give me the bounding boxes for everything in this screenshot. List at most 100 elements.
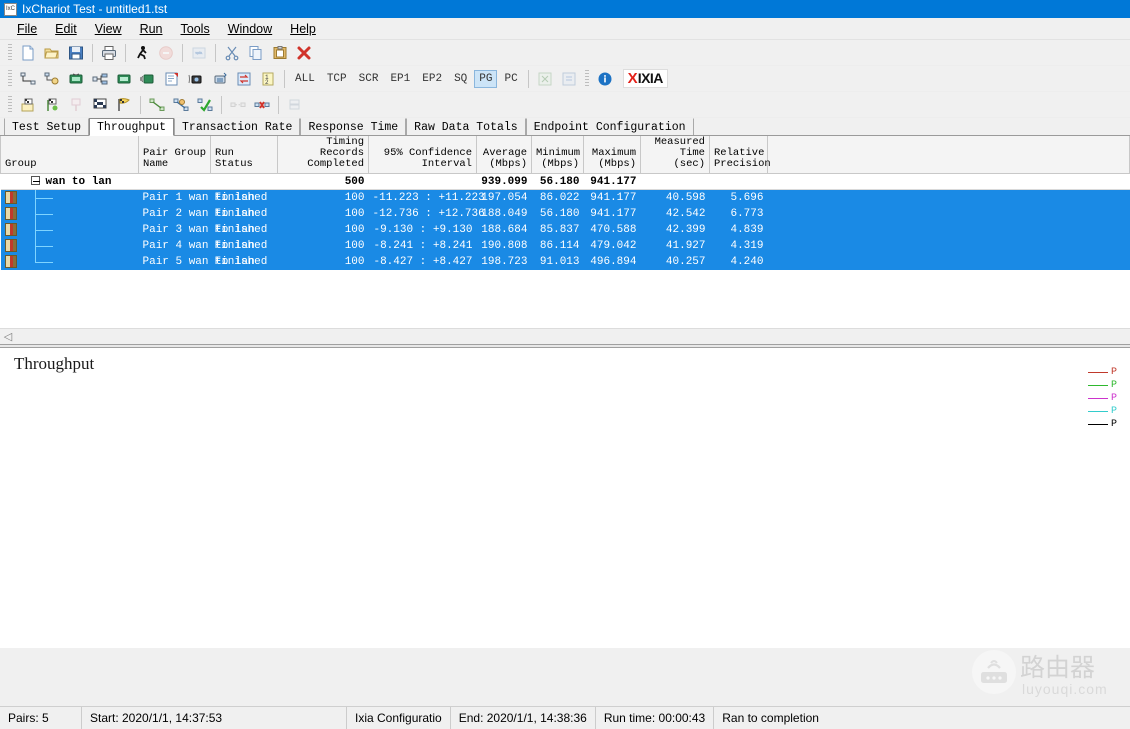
open-test-button[interactable] [41,42,63,64]
new-test-button[interactable] [17,42,39,64]
filter-pc-button[interactable]: PC [499,70,522,88]
cell-filler [767,237,1130,254]
filter-ep2-button[interactable]: EP2 [417,70,447,88]
run-test-button[interactable] [17,94,39,116]
discover-endpoints-button[interactable] [170,94,192,116]
delete-button[interactable] [293,42,315,64]
tab-raw-data-totals[interactable]: Raw Data Totals [406,118,526,135]
filter-tcp-button[interactable]: TCP [322,70,352,88]
add-voip-pair-button[interactable] [113,68,135,90]
col-confidence-interval[interactable]: 95% Confidence Interval [368,136,477,174]
tab-transaction-rate[interactable]: Transaction Rate [174,118,301,135]
legend-color-swatch [1088,385,1108,386]
swap-endpoints-button[interactable] [233,68,255,90]
menu-view[interactable]: View [86,20,131,38]
status-configuration: Ixia Configuratio [347,706,451,729]
open-folder-icon [44,48,59,58]
menu-file[interactable]: File [8,20,46,38]
group-row[interactable]: wan to lan 500 939.099 56.180 941.177 [0,173,1130,190]
grid-horizontal-scrollbar[interactable]: ◁ [0,328,1130,344]
filter-all-button[interactable]: ALL [290,70,320,88]
add-stream-button[interactable] [209,68,231,90]
col-minimum[interactable]: Minimum (Mbps) [531,136,584,174]
add-video-pair-button[interactable] [137,68,159,90]
group-row-name-cell[interactable]: wan to lan [0,173,139,190]
toolbar-grip[interactable] [8,43,12,62]
collapse-group-icon[interactable] [30,176,40,186]
menu-help[interactable]: Help [281,20,325,38]
paste-button[interactable] [269,42,291,64]
cell-minimum: 91.013 [531,253,584,270]
run-button[interactable] [131,42,153,64]
col-timing-records[interactable]: Timing Records Completed [277,136,369,174]
legend-color-swatch [1088,411,1108,412]
toolbar-grip[interactable] [8,69,12,88]
throughput-chart[interactable]: 994.70956.00856.00756.00656.00556.00456.… [0,348,1086,648]
filter-ep1-button[interactable]: EP1 [385,70,415,88]
tab-test-setup[interactable]: Test Setup [4,118,90,135]
toolbar-grip[interactable] [584,69,589,88]
col-average[interactable]: Average (Mbps) [476,136,532,174]
add-vcast-button[interactable] [185,68,207,90]
add-pair-button[interactable] [17,68,39,90]
cell-measured-time: 42.542 [640,205,710,222]
verify-endpoints-button[interactable] [194,94,216,116]
filter-scr-button[interactable]: SCR [354,70,384,88]
col-maximum[interactable]: Maximum (Mbps) [583,136,641,174]
export-excel-button[interactable] [534,68,556,90]
run-batch-button[interactable] [41,94,63,116]
group-row-minimum: 56.180 [531,173,584,190]
row-tree-cell [0,221,139,238]
cut-button[interactable] [221,42,243,64]
validate-button[interactable] [113,94,135,116]
tab-throughput[interactable]: Throughput [89,118,175,136]
menu-window[interactable]: Window [219,20,281,38]
add-multicast-pair-button[interactable] [41,68,63,90]
stop-button[interactable] [155,42,177,64]
cell-run-status: Finished [210,237,278,254]
col-measured-time[interactable]: Measured Time (sec) [640,136,710,174]
run-repeat-button[interactable] [65,94,87,116]
menu-tools[interactable]: Tools [172,20,219,38]
legend-item: P [1088,379,1130,392]
disconnect-endpoints-button[interactable] [227,94,249,116]
cell-relative-precision: 4.319 [709,237,768,254]
col-run-status[interactable]: Run Status [210,136,278,174]
refresh-button[interactable] [188,42,210,64]
scroll-left-arrow[interactable]: ◁ [0,330,16,344]
menu-window-label: Window [227,21,273,36]
copy-results-button[interactable] [284,94,306,116]
filter-sq-button[interactable]: SQ [449,70,472,88]
col-relative-precision[interactable]: Relative Precision [709,136,771,174]
stop-test-button[interactable] [89,94,111,116]
col-group[interactable]: Group [0,136,139,174]
menu-run[interactable]: Run [131,20,172,38]
tab-response-time[interactable]: Response Time [300,118,407,135]
number-pairs-button[interactable]: 1 2 [257,68,279,90]
print-button[interactable] [98,42,120,64]
table-row[interactable]: Pair 3 wan to lan Finished 100 -9.130 : … [0,221,1130,238]
add-hardware-pair-button[interactable] [89,68,111,90]
save-test-button[interactable] [65,42,87,64]
pair-icon [4,191,17,205]
info-button[interactable] [594,68,616,90]
export-report-button[interactable] [558,68,580,90]
cell-average: 198.723 [476,253,532,270]
abort-endpoints-button[interactable] [251,94,273,116]
add-vout-pair-button[interactable] [65,68,87,90]
edit-pair-button[interactable] [161,68,183,90]
table-row[interactable]: Pair 1 wan to lan Finished 100 -11.223 :… [0,189,1130,206]
table-row[interactable]: Pair 2 wan to lan Finished 100 -12.736 :… [0,205,1130,222]
filter-pg-button[interactable]: PG [474,69,498,88]
copy-button[interactable] [245,42,267,64]
window-title: IxChariot Test - untitled1.tst [22,2,168,16]
toolbar-grip[interactable] [8,95,12,114]
tab-endpoint-configuration[interactable]: Endpoint Configuration [525,118,694,135]
connect-endpoints-button[interactable] [146,94,168,116]
col-pair-group-name[interactable]: Pair Group Name [138,136,211,174]
edit-note-icon [165,72,178,85]
pair-icon [4,238,17,252]
menu-edit[interactable]: Edit [46,20,86,38]
table-row[interactable]: Pair 5 wan to lan Finished 100 -8.427 : … [0,253,1130,270]
table-row[interactable]: Pair 4 wan to lan Finished 100 -8.241 : … [0,237,1130,254]
